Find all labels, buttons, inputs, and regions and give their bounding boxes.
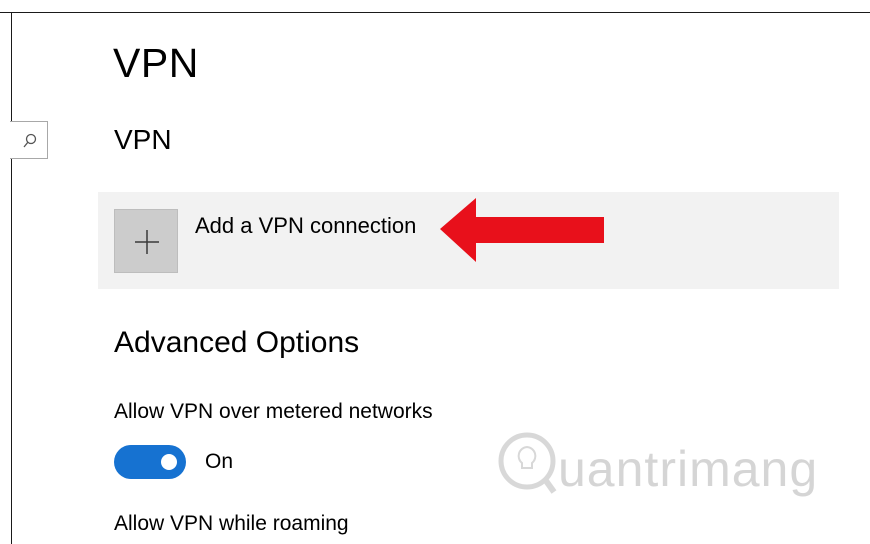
page-title: VPN [113,40,199,86]
metered-networks-toggle[interactable] [114,445,186,479]
toggle-knob [161,454,177,470]
metered-toggle-state: On [205,450,234,473]
vpn-section-heading: VPN [114,124,172,155]
search-button[interactable] [10,121,48,159]
search-icon [23,133,37,148]
window-left-border [11,12,12,544]
red-arrow-icon [440,198,604,262]
advanced-options-heading: Advanced Options [114,326,360,359]
watermark-text: uantrimang [558,441,819,497]
add-vpn-connection-label: Add a VPN connection [195,213,417,238]
metered-networks-label: Allow VPN over metered networks [114,400,433,423]
window-top-border [0,12,870,13]
plus-icon [135,230,159,254]
plus-icon-box [114,209,178,273]
roaming-label: Allow VPN while roaming [114,512,349,535]
lightbulb-q-logo-icon [498,432,557,494]
